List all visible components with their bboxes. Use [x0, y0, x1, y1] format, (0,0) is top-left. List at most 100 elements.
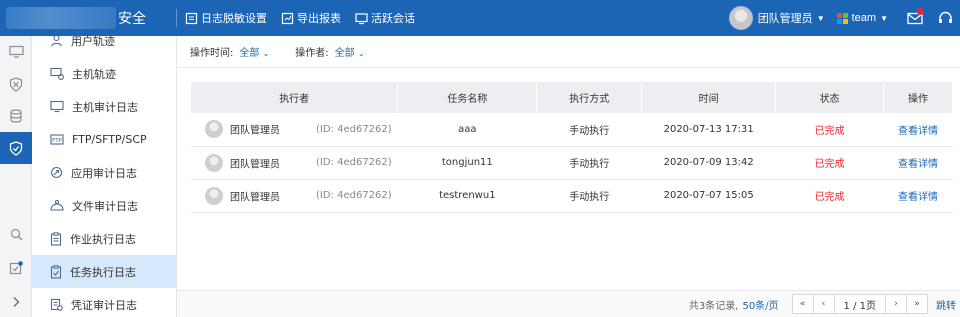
host-track-icon	[50, 67, 64, 80]
notification-dot	[917, 8, 924, 15]
chevron-left-icon: ‹	[821, 299, 826, 309]
task-name-cell: testrenwu1	[439, 190, 496, 201]
rail-expand[interactable]	[0, 286, 32, 317]
column-header: 操作	[883, 82, 953, 113]
log-masking-settings-button[interactable]: 日志脱敏设置	[185, 10, 267, 26]
menu-item-label: 凭证审计日志	[71, 298, 137, 312]
rail-shield-x[interactable]	[0, 68, 32, 100]
prev-page-button[interactable]: ‹	[812, 294, 835, 314]
table-row: 团队管理员 (ID: 4ed67262) tongjun11 手动执行 2020-…	[191, 146, 953, 179]
rail-audit-active[interactable]	[0, 132, 32, 164]
page-size-select[interactable]: 50条/页	[742, 297, 778, 312]
column-header: 时间	[641, 82, 777, 113]
total-records: 共3条记录,	[688, 300, 739, 312]
rail-tasks[interactable]	[0, 252, 32, 284]
operation-time-dropdown[interactable]: 全部 ⌄	[239, 44, 269, 59]
menu-item-user-track[interactable]: 用户轨迹	[32, 36, 176, 57]
exec-mode-cell: 手动执行	[569, 159, 610, 170]
next-page-button[interactable]: ›	[885, 294, 907, 314]
exec-mode-cell: 手动执行	[569, 192, 610, 203]
task-name-cell: aaa	[458, 123, 477, 135]
log-masking-settings-label: 日志脱敏设置	[201, 12, 267, 25]
operator-label: 操作者:	[295, 48, 329, 59]
app-audit-icon	[50, 166, 63, 179]
status-cell: 已完成	[814, 159, 845, 170]
team-name[interactable]: team	[852, 12, 876, 24]
column-header: 执行者	[191, 82, 399, 113]
rail-database[interactable]	[0, 100, 32, 132]
user-name[interactable]: 团队管理员	[758, 10, 813, 26]
export-report-label: 导出报表	[297, 12, 341, 25]
svg-text:FTP: FTP	[52, 138, 62, 144]
export-report-button[interactable]: 导出报表	[281, 10, 341, 26]
main-content: 操作时间: 全部 ⌄ 操作者: 全部 ⌄ 执行者 任务名称 执行方式 时间 状态…	[177, 36, 960, 317]
last-page-button[interactable]: »	[906, 294, 928, 314]
menu-item-host-audit[interactable]: 主机审计日志	[32, 90, 176, 123]
menu-item-app-audit[interactable]: 应用审计日志	[32, 156, 176, 189]
menu-item-task-log[interactable]: 任务执行日志	[32, 255, 176, 288]
executor-cell: 团队管理员 (ID: 4ed67262)	[191, 179, 398, 212]
chevron-down-icon[interactable]: ▼	[817, 14, 825, 23]
task-log-table-wrap: 执行者 任务名称 执行方式 时间 状态 操作 团队管理员 (ID: 4ed6726…	[191, 82, 953, 213]
status-cell: 已完成	[814, 192, 845, 203]
executor-id: (ID: 4ed67262)	[316, 190, 392, 201]
monitor-icon	[8, 45, 24, 58]
view-details-link[interactable]: 查看详情	[884, 146, 953, 179]
column-header: 任务名称	[397, 82, 538, 113]
time-cell: 2020-07-07 15:05	[663, 190, 754, 201]
menu-item-ftp[interactable]: FTP FTP/SFTP/SCP	[32, 123, 176, 156]
shield-x-icon	[9, 76, 23, 92]
active-session-button[interactable]: 活跃会话	[355, 10, 415, 26]
executor-cell: 团队管理员 (ID: 4ed67262)	[191, 113, 398, 146]
credential-audit-icon	[50, 298, 63, 311]
shield-active-icon	[9, 140, 23, 156]
operation-time-label: 操作时间:	[190, 48, 234, 59]
exec-mode-cell: 手动执行	[569, 125, 610, 137]
double-chevron-right-icon: »	[914, 299, 920, 309]
menu-item-label: 文件审计日志	[72, 199, 138, 213]
search-icon	[10, 228, 22, 240]
menu-item-credential-audit[interactable]: 凭证审计日志	[32, 288, 176, 317]
chevron-down-icon: ⌄	[357, 49, 365, 58]
menu-item-label: 用户轨迹	[71, 36, 115, 48]
export-report-icon	[281, 12, 294, 24]
view-details-link[interactable]: 查看详情	[884, 179, 953, 212]
view-details-link[interactable]: 查看详情	[884, 113, 953, 146]
operator-value: 全部	[334, 48, 355, 59]
operation-time-value: 全部	[239, 48, 260, 59]
messages-button[interactable]	[900, 0, 930, 36]
avatar	[205, 120, 223, 139]
table-row: 团队管理员 (ID: 4ed67262) aaa 手动执行 2020-07-13 …	[191, 113, 953, 146]
menu-item-job-log[interactable]: 作业执行日志	[32, 222, 176, 255]
avatar	[205, 153, 223, 172]
top-right-area: 团队管理员 ▼ team ▼	[728, 0, 960, 36]
chevron-down-icon[interactable]: ▼	[880, 14, 888, 23]
menu-item-file-audit[interactable]: 文件审计日志	[32, 189, 176, 222]
jump-button[interactable]: 跳转	[936, 297, 956, 312]
menu-item-label: FTP/SFTP/SCP	[72, 133, 147, 146]
column-header: 状态	[775, 82, 885, 113]
active-session-icon	[355, 12, 368, 24]
menu-item-host-track[interactable]: 主机轨迹	[32, 57, 176, 90]
user-avatar[interactable]	[728, 6, 753, 30]
support-button[interactable]	[930, 0, 960, 36]
chevron-down-icon: ⌄	[262, 49, 270, 58]
rail-search[interactable]	[0, 218, 32, 250]
host-audit-icon	[50, 100, 64, 113]
operator-dropdown[interactable]: 全部 ⌄	[335, 44, 365, 59]
first-page-button[interactable]: «	[791, 294, 814, 314]
rail-monitor[interactable]	[0, 36, 32, 68]
brand: 安全	[0, 0, 176, 36]
table-row: 团队管理员 (ID: 4ed67262) testrenwu1 手动执行 2020…	[191, 179, 953, 212]
database-icon	[10, 109, 22, 123]
active-session-label: 活跃会话	[371, 12, 415, 25]
pagination: 共3条记录, 50条/页 « ‹ 1 / 1页 › » 跳转	[177, 290, 960, 317]
menu-item-label: 任务执行日志	[70, 265, 136, 279]
time-cell: 2020-07-13 17:31	[663, 123, 754, 135]
job-log-icon	[50, 231, 62, 246]
submenu-list: 用户轨迹 主机轨迹 主机审计日志 FTP FTP/SFTP/SCP 应用审计日志…	[32, 36, 176, 317]
menu-item-label: 作业执行日志	[70, 232, 136, 246]
executor-name: 团队管理员	[230, 125, 280, 137]
avatar	[205, 186, 223, 205]
time-cell: 2020-07-09 13:42	[663, 157, 754, 168]
